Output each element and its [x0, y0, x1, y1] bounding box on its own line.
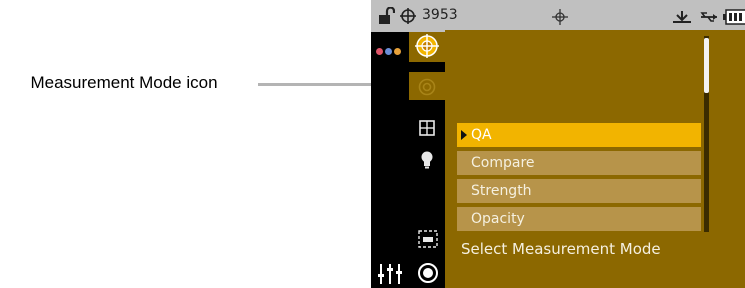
- mode-item-label: QA: [471, 127, 492, 143]
- reticle-icon: [415, 34, 439, 58]
- record-icon[interactable]: [417, 262, 439, 284]
- antenna-icon: [673, 11, 691, 23]
- icon-column: [409, 32, 455, 288]
- mode-item-qa[interactable]: QA: [457, 123, 701, 147]
- mode-item-label: Compare: [471, 155, 535, 171]
- battery-icon: [723, 9, 745, 25]
- dot-red: [376, 48, 383, 55]
- crosshair-icon: [400, 8, 416, 24]
- grid-icon[interactable]: [419, 120, 435, 136]
- prompt-text: Select Measurement Mode: [461, 240, 661, 258]
- measurement-mode-icon: [418, 78, 436, 96]
- mode-item-label: Strength: [471, 183, 532, 199]
- active-tab[interactable]: [409, 32, 445, 62]
- mode-item-opacity[interactable]: Opacity: [457, 207, 701, 231]
- measurement-counter: 3953: [422, 7, 458, 23]
- mode-item-strength[interactable]: Strength: [457, 179, 701, 203]
- callout-label: Measurement Mode icon: [30, 73, 218, 92]
- dot-blue: [385, 48, 392, 55]
- mode-item-compare[interactable]: Compare: [457, 151, 701, 175]
- selection-arrow-icon: [461, 130, 467, 140]
- target-icon: [552, 9, 568, 25]
- usb-icon: [700, 12, 717, 22]
- scrollbar-thumb[interactable]: [704, 38, 709, 93]
- left-column: [371, 32, 409, 288]
- frame-icon[interactable]: [418, 230, 438, 248]
- mode-item-label: Opacity: [471, 211, 525, 227]
- status-bar: 3953: [371, 0, 745, 32]
- device-screen: 3953 QA Compare Strength Opacity Select …: [371, 0, 745, 288]
- dot-orange: [394, 48, 401, 55]
- sliders-icon[interactable]: [376, 262, 404, 286]
- bulb-icon[interactable]: [420, 151, 434, 169]
- unlock-icon: [379, 7, 395, 24]
